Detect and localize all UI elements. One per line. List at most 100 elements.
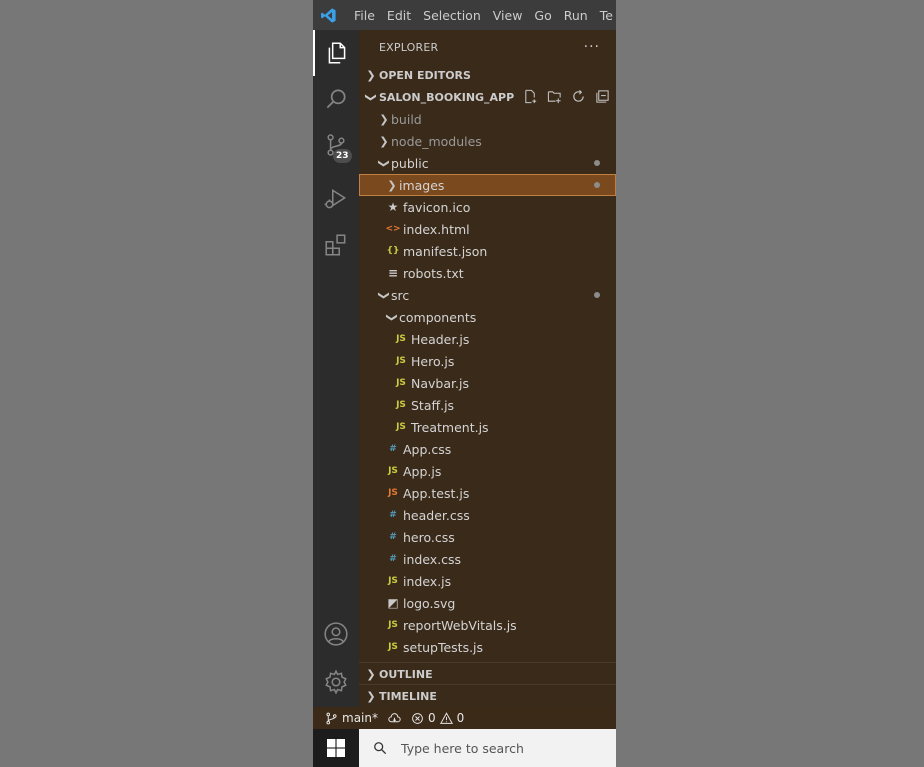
problems-status[interactable]: 0 0	[411, 711, 464, 725]
source-control-activity-button[interactable]: 23	[313, 122, 359, 168]
tree-file-app-test-js[interactable]: JS App.test.js	[359, 482, 616, 504]
new-folder-icon[interactable]	[547, 89, 562, 104]
tree-folder-src[interactable]: ❯ src	[359, 284, 616, 306]
vscode-window: File Edit Selection View Go Run Te 23 EX…	[313, 0, 616, 767]
css-file-icon: #	[389, 532, 397, 542]
tree-file-manifest-json[interactable]: {} manifest.json	[359, 240, 616, 262]
open-editors-section[interactable]: ❯ OPEN EDITORS	[359, 64, 616, 86]
chevron-right-icon: ❯	[366, 667, 376, 681]
chevron-right-icon: ❯	[379, 134, 389, 148]
js-file-icon: JS	[396, 400, 406, 410]
tree-file-staff-js[interactable]: JS Staff.js	[359, 394, 616, 416]
activity-bar: 23	[313, 30, 359, 707]
search-activity-button[interactable]	[313, 76, 359, 122]
chevron-down-icon: ❯	[364, 92, 378, 102]
account-icon	[324, 622, 348, 646]
collapse-all-icon[interactable]	[595, 89, 610, 104]
text-file-icon: ≡	[387, 266, 399, 280]
warning-icon	[439, 711, 453, 724]
tree-item-label: Staff.js	[411, 397, 455, 413]
tree-file-logo-svg[interactable]: ◩ logo.svg	[359, 592, 616, 614]
explorer-toolbar	[523, 89, 610, 104]
project-label: SALON_BOOKING_APP	[379, 90, 515, 104]
tree-item-label: logo.svg	[403, 595, 456, 611]
tree-file-index-html[interactable]: <> index.html	[359, 218, 616, 240]
chevron-down-icon: ❯	[385, 312, 399, 322]
tree-folder-build[interactable]: ❯ build	[359, 108, 616, 130]
outline-header: ❯ OUTLINE	[359, 663, 616, 685]
tree-file-index-js[interactable]: JS index.js	[359, 570, 616, 592]
tree-file-setuptests-js[interactable]: JS setupTests.js	[359, 636, 616, 658]
tree-item-label: App.test.js	[403, 485, 470, 501]
tree-file-app-js[interactable]: JS App.js	[359, 460, 616, 482]
tree-folder-images[interactable]: ❯ images	[359, 174, 616, 196]
search-icon	[374, 742, 387, 755]
more-actions-icon[interactable]: ···	[584, 39, 600, 55]
windows-taskbar: Type here to search	[313, 729, 616, 767]
account-activity-button[interactable]	[313, 611, 359, 657]
css-file-icon: #	[389, 554, 397, 564]
tree-file-treatment-js[interactable]: JS Treatment.js	[359, 416, 616, 438]
error-count: 0	[427, 711, 436, 725]
tree-item-label: reportWebVitals.js	[403, 617, 517, 633]
menu-item-run[interactable]: Run	[558, 8, 594, 23]
tree-file-favicon-ico[interactable]: ★ favicon.ico	[359, 196, 616, 218]
tree-file-robots-txt[interactable]: ≡ robots.txt	[359, 262, 616, 284]
tree-item-label: Treatment.js	[411, 419, 489, 435]
refresh-icon[interactable]	[571, 89, 586, 104]
chevron-right-icon: ❯	[379, 112, 389, 126]
start-button[interactable]	[313, 729, 359, 767]
tree-folder-public[interactable]: ❯ public	[359, 152, 616, 174]
windows-logo-icon	[327, 739, 345, 757]
run-debug-activity-button[interactable]	[313, 176, 359, 222]
project-section[interactable]: ❯ SALON_BOOKING_APP	[359, 86, 616, 108]
tree-item-label: index.js	[403, 573, 452, 589]
cloud-sync-icon	[388, 712, 401, 722]
tree-file-hero-js[interactable]: JS Hero.js	[359, 350, 616, 372]
settings-activity-button[interactable]	[313, 659, 359, 705]
extensions-activity-button[interactable]	[313, 222, 359, 268]
tree-item-label: header.css	[403, 507, 470, 523]
explorer-activity-button[interactable]	[313, 30, 359, 76]
tree-item-label: App.css	[403, 441, 452, 457]
outline-label: OUTLINE	[379, 667, 433, 681]
tree-item-label: index.css	[403, 551, 462, 567]
menu-item-file[interactable]: File	[354, 8, 381, 23]
status-bar: main* 0 0	[313, 707, 616, 729]
menu-item-selection[interactable]: Selection	[417, 8, 487, 23]
timeline-section[interactable]: ❯ TIMELINE	[359, 684, 616, 707]
sync-status[interactable]	[388, 712, 401, 725]
css-file-icon: #	[389, 444, 397, 454]
branch-status[interactable]: main*	[325, 711, 378, 725]
tree-folder-node-modules[interactable]: ❯ node_modules	[359, 130, 616, 152]
tree-folder-components[interactable]: ❯ components	[359, 306, 616, 328]
tree-file-index-css[interactable]: # index.css	[359, 548, 616, 570]
title-bar: File Edit Selection View Go Run Te	[313, 0, 616, 30]
outline-section[interactable]: ❯ OUTLINE	[359, 662, 616, 685]
tree-file-navbar-js[interactable]: JS Navbar.js	[359, 372, 616, 394]
tree-file-hero-css[interactable]: # hero.css	[359, 526, 616, 548]
menu-item-view[interactable]: View	[487, 8, 529, 23]
menu-item-go[interactable]: Go	[528, 8, 557, 23]
tree-file-header-js[interactable]: JS Header.js	[359, 328, 616, 350]
extensions-icon	[325, 234, 346, 256]
tree-file-header-css[interactable]: # header.css	[359, 504, 616, 526]
tree-item-label: node_modules	[391, 133, 482, 149]
tree-file-app-css[interactable]: # App.css	[359, 438, 616, 460]
menu-item-edit[interactable]: Edit	[381, 8, 417, 23]
tree-item-label: manifest.json	[403, 243, 488, 259]
js-file-icon: JS	[396, 356, 406, 366]
tree-item-label: Header.js	[411, 331, 470, 347]
css-file-icon: #	[389, 510, 397, 520]
warning-count: 0	[456, 711, 465, 725]
svg-file-icon: ◩	[387, 596, 399, 610]
taskbar-search-box[interactable]: Type here to search	[359, 729, 616, 767]
js-file-icon: JS	[396, 378, 406, 388]
explorer-title: EXPLORER	[379, 40, 439, 54]
timeline-label: TIMELINE	[379, 689, 437, 703]
new-file-icon[interactable]	[523, 89, 538, 104]
branch-name: main*	[342, 711, 378, 725]
tree-file-reportwebvitals-js[interactable]: JS reportWebVitals.js	[359, 614, 616, 636]
menu-item-te[interactable]: Te	[594, 8, 616, 23]
tree-item-label: src	[391, 287, 410, 303]
